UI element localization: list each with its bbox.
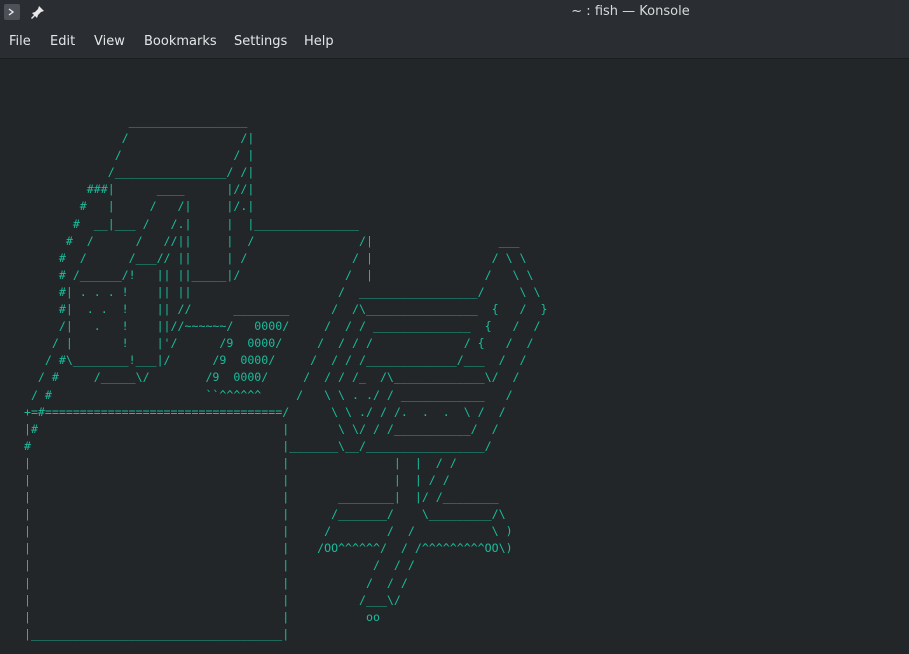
menu-bookmarks[interactable]: Bookmarks: [144, 34, 217, 49]
terminal-view[interactable]: _________________ / /| / / | /__________…: [0, 59, 909, 654]
menu-help[interactable]: Help: [304, 34, 334, 49]
menu-file[interactable]: File: [9, 34, 31, 49]
menu-settings[interactable]: Settings: [234, 34, 287, 49]
menu-bar: File Edit View Bookmarks Settings Help: [0, 24, 909, 59]
menu-view[interactable]: View: [94, 34, 125, 49]
terminal-output-ascii-art: _________________ / /| / / | /__________…: [23, 114, 548, 641]
title-bar: ~ : fish — Konsole: [0, 0, 909, 24]
menu-edit[interactable]: Edit: [50, 34, 75, 49]
window-title: ~ : fish — Konsole: [571, 4, 690, 19]
